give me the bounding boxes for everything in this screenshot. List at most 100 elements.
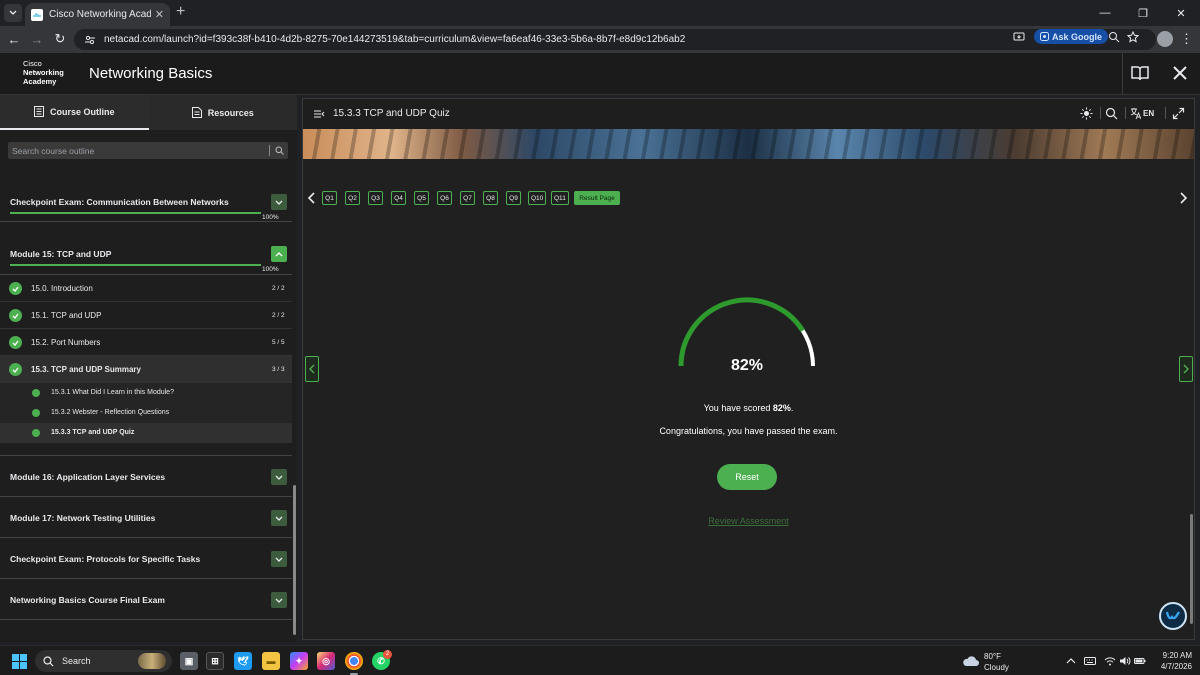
search-icon[interactable] xyxy=(1105,107,1118,120)
next-page-button[interactable] xyxy=(1179,356,1193,382)
module-checkpoint-protocols[interactable]: Checkpoint Exam: Protocols for Specific … xyxy=(0,538,292,579)
sublesson-item-active[interactable]: 15.3.3 TCP and UDP Quiz xyxy=(0,423,292,443)
question-button[interactable]: Q9 xyxy=(506,191,521,205)
twitter-icon[interactable]: 🕊 xyxy=(234,652,252,670)
volume-icon[interactable] xyxy=(1119,655,1131,667)
question-button[interactable]: Q4 xyxy=(391,191,406,205)
tab-course-outline[interactable]: Course Outline xyxy=(0,95,149,130)
restore-icon[interactable]: ❐ xyxy=(1124,0,1162,26)
collapse-menu-icon[interactable] xyxy=(313,108,325,120)
sidebar-scrollbar[interactable] xyxy=(292,167,297,642)
lesson-title: 15.2. Port Numbers xyxy=(31,338,101,347)
module-checkpoint-communication[interactable]: Checkpoint Exam: Communication Between N… xyxy=(0,167,292,222)
next-question-icon[interactable] xyxy=(1177,191,1189,205)
sublesson-item[interactable]: 15.3.1 What Did I Learn in this Module? xyxy=(0,383,292,403)
ask-google-button[interactable]: Ask Google xyxy=(1034,29,1109,44)
lens-icon xyxy=(1040,32,1049,41)
tab-close-icon[interactable]: ✕ xyxy=(155,8,164,21)
system-clock[interactable]: 9:20 AM 4/7/2026 xyxy=(1150,650,1192,672)
lesson-item[interactable]: 15.1. TCP and UDP 2 / 2 xyxy=(0,302,292,329)
question-button[interactable]: Q6 xyxy=(437,191,452,205)
task-view-icon[interactable]: ▣ xyxy=(180,652,198,670)
review-assessment-label[interactable]: Review Assessment xyxy=(708,516,789,526)
file-explorer-icon[interactable]: ▬ xyxy=(262,652,280,670)
question-button[interactable]: Q1 xyxy=(322,191,337,205)
question-button[interactable]: Q2 xyxy=(345,191,360,205)
bookmark-star-icon[interactable] xyxy=(1127,31,1139,43)
cisco-logo[interactable]: Cisco Networking Academy xyxy=(23,59,64,86)
module-15[interactable]: Module 15: TCP and UDP 100% xyxy=(0,222,292,275)
chrome-icon[interactable] xyxy=(345,652,363,670)
outline-search-input[interactable] xyxy=(8,142,269,159)
header-banner-image xyxy=(303,129,1194,159)
question-button[interactable]: Q3 xyxy=(368,191,383,205)
question-button[interactable]: Q7 xyxy=(460,191,475,205)
content-scrollbar[interactable] xyxy=(1190,514,1193,624)
content-panel: 15.3.3 TCP and UDP Quiz EN Q1 Q2 Q3 Q4 Q… xyxy=(302,98,1195,640)
microsoft-store-icon[interactable]: ⊞ xyxy=(206,652,224,670)
lesson-count: 5 / 5 xyxy=(272,339,285,346)
taskbar-search[interactable]: Search xyxy=(35,650,172,672)
chevron-up-icon[interactable] xyxy=(271,246,287,262)
lesson-item[interactable]: 15.2. Port Numbers 5 / 5 xyxy=(0,329,292,356)
chevron-down-icon[interactable] xyxy=(271,592,287,608)
question-button[interactable]: Q5 xyxy=(414,191,429,205)
close-course-icon[interactable] xyxy=(1170,63,1190,83)
chevron-down-icon[interactable] xyxy=(271,551,287,567)
chevron-up-icon[interactable] xyxy=(1065,655,1077,667)
minimize-icon[interactable]: — xyxy=(1086,0,1124,26)
browser-tab-active[interactable]: Cisco Networking Academy: Ne ✕ xyxy=(25,3,170,26)
translate-icon[interactable] xyxy=(1130,107,1141,120)
keyboard-icon[interactable] xyxy=(1084,655,1096,667)
new-tab-icon[interactable]: + xyxy=(176,4,185,20)
sublesson-title: 15.3.1 What Did I Learn in this Module? xyxy=(51,389,174,396)
module-16[interactable]: Module 16: Application Layer Services xyxy=(0,456,292,497)
install-app-icon[interactable] xyxy=(1013,31,1025,43)
wifi-icon[interactable] xyxy=(1104,655,1116,667)
reload-icon[interactable]: ↻ xyxy=(52,31,68,47)
lesson-item[interactable]: 15.0. Introduction 2 / 2 xyxy=(0,275,292,302)
prev-question-icon[interactable] xyxy=(306,191,318,205)
search-icon[interactable] xyxy=(270,142,288,159)
back-icon[interactable]: ← xyxy=(6,31,22,47)
copilot-icon[interactable]: ✦ xyxy=(290,652,308,670)
brightness-icon[interactable] xyxy=(1080,107,1093,120)
tab-search-button[interactable] xyxy=(4,4,22,22)
sidebar-scroll-thumb[interactable] xyxy=(293,485,296,635)
logo-line-3: Academy xyxy=(23,77,57,86)
result-page-button[interactable]: Result Page xyxy=(574,191,620,205)
prev-page-button[interactable] xyxy=(305,356,319,382)
chevron-down-icon[interactable] xyxy=(271,510,287,526)
question-button[interactable]: Q11 xyxy=(551,191,569,205)
chevron-down-icon[interactable] xyxy=(271,194,287,210)
divider xyxy=(1100,107,1101,119)
battery-icon[interactable] xyxy=(1134,655,1146,667)
tab-title: Cisco Networking Academy: Ne xyxy=(49,9,151,20)
check-icon xyxy=(9,363,22,376)
profile-avatar[interactable] xyxy=(1157,31,1173,47)
open-book-icon[interactable] xyxy=(1130,63,1150,83)
lesson-item-active[interactable]: 15.3. TCP and UDP Summary 3 / 3 xyxy=(0,356,292,383)
module-17[interactable]: Module 17: Network Testing Utilities xyxy=(0,497,292,538)
forward-icon[interactable]: → xyxy=(29,31,45,47)
omnibox[interactable]: netacad.com/launch?id=f393c38f-b410-4d2b… xyxy=(74,29,1156,50)
chevron-down-icon[interactable] xyxy=(271,469,287,485)
language-label[interactable]: EN xyxy=(1143,109,1154,118)
webex-assistant-icon[interactable] xyxy=(1159,602,1187,630)
question-button[interactable]: Q10 xyxy=(528,191,547,205)
check-icon xyxy=(9,336,22,349)
module-final-exam[interactable]: Networking Basics Course Final Exam xyxy=(0,579,292,620)
weather-widget[interactable]: 80°F Cloudy xyxy=(962,651,1022,673)
zoom-icon[interactable] xyxy=(1108,31,1120,43)
browser-menu-icon[interactable]: ⋮ xyxy=(1180,31,1193,47)
instagram-icon[interactable]: ◎ xyxy=(317,652,335,670)
reset-button[interactable]: Reset xyxy=(717,464,777,490)
windows-start-icon[interactable] xyxy=(12,654,27,669)
address-toolbar: ← → ↻ netacad.com/launch?id=f393c38f-b41… xyxy=(0,26,1200,53)
window-close-icon[interactable]: ✕ xyxy=(1162,0,1200,26)
expand-icon[interactable] xyxy=(1172,107,1185,120)
question-button[interactable]: Q8 xyxy=(483,191,498,205)
site-info-icon[interactable] xyxy=(84,34,96,46)
tab-resources[interactable]: Resources xyxy=(148,95,297,130)
sublesson-item[interactable]: 15.3.2 Webster - Reflection Questions xyxy=(0,403,292,423)
